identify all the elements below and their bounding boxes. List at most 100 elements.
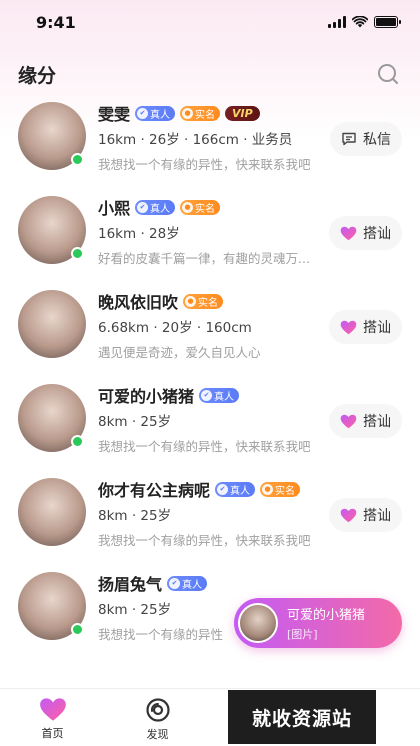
tab-home-label: 首页 [41,727,64,740]
status-time: 9:41 [36,12,76,32]
check-icon: ✔ [169,577,181,589]
user-meta: 6.68km · 20岁 · 160cm [98,320,252,336]
name-line: 小熙 ✔ 真人 ● 实名 [98,196,328,218]
search-icon [378,64,398,84]
wifi-icon [352,16,368,28]
message-button-label: 私信 [363,132,391,148]
greet-button[interactable]: 搭讪 [329,216,402,250]
user-info: 小熙 ✔ 真人 ● 实名 16km · 28岁 好看的皮囊千篇一律，有趣的灵魂万..… [98,196,328,267]
avatar[interactable] [18,196,86,264]
greet-button[interactable]: 搭讪 [329,404,402,438]
user-name: 你才有公主病呢 [98,481,211,500]
list-item[interactable]: 晚风依旧吹 ● 实名 6.68km · 20岁 · 160cm 遇见便是奇迹，爱久… [0,286,420,380]
vip-badge: VIP [225,105,260,121]
real-name-badge: ● 实名 [180,105,221,121]
page-header: 缘分 [0,54,420,94]
user-bio: 遇见便是奇迹，爱久自见人心 [98,345,261,360]
user-meta: 8km · 25岁 [98,414,172,430]
user-bio: 好看的皮囊千篇一律，有趣的灵魂万... [98,251,310,266]
heart-icon [340,414,357,428]
real-person-badge: ✔ 真人 [135,199,176,215]
user-bio: 我想找一个有缘的异性，快来联系我吧 [98,157,311,172]
real-person-badge: ✔ 真人 [215,481,256,497]
tab-discover[interactable]: 发现 [105,689,210,746]
avatar[interactable] [18,384,86,452]
real-person-badge: ✔ 真人 [199,387,240,403]
person-icon: ● [185,295,197,307]
check-icon: ✔ [217,483,229,495]
battery-icon [374,16,401,28]
compass-icon [145,698,170,722]
avatar[interactable] [18,102,86,170]
search-button[interactable] [374,60,402,88]
real-name-badge: ● 实名 [260,481,301,497]
avatar[interactable] [18,478,86,546]
user-list: 雯雯 ✔ 真人 ● 实名 VIP 16km · 26岁 · 166cm · 业务员 … [0,98,420,662]
name-line: 雯雯 ✔ 真人 ● 实名 VIP [98,102,328,124]
user-info: 雯雯 ✔ 真人 ● 实名 VIP 16km · 26岁 · 166cm · 业务员 … [98,102,328,173]
signal-icon [328,16,346,28]
heart-icon [340,508,357,522]
status-bar: 9:41 [0,0,420,44]
online-status-dot [71,435,84,448]
real-name-badge: ● 实名 [183,293,224,309]
check-icon: ✔ [137,107,149,119]
user-name: 可爱的小猪猪 [98,387,195,406]
avatar[interactable] [18,572,86,640]
real-person-badge: ✔ 真人 [167,575,208,591]
new-message-toast[interactable]: 可爱的小猪猪 [图片] [234,598,402,648]
user-name: 小熙 [98,199,131,218]
page-title: 缘分 [18,64,57,87]
user-info: 可爱的小猪猪 ✔ 真人 8km · 25岁 我想找一个有缘的异性，快来联系我吧 [98,384,328,455]
status-icons [328,16,401,28]
tab-home[interactable]: 首页 [0,689,105,746]
avatar[interactable] [18,290,86,358]
greet-button[interactable]: 搭讪 [329,498,402,532]
user-meta: 8km · 25岁 [98,508,172,524]
person-icon: ● [182,201,194,213]
tab-discover-label: 发现 [146,728,169,741]
online-status-dot [71,247,84,260]
list-item[interactable]: 你才有公主病呢 ✔ 真人 ● 实名 8km · 25岁 我想找一个有缘的异性，快来联… [0,474,420,568]
user-name: 晚风依旧吹 [98,293,179,312]
real-person-badge: ✔ 真人 [135,105,176,121]
toast-sender-name: 可爱的小猪猪 [287,608,366,623]
user-bio: 我想找一个有缘的异性，快来联系我吧 [98,439,311,454]
list-item[interactable]: 小熙 ✔ 真人 ● 实名 16km · 28岁 好看的皮囊千篇一律，有趣的灵魂万..… [0,192,420,286]
greet-button-label: 搭讪 [363,508,391,524]
chat-icon [342,132,356,146]
person-icon: ● [262,483,274,495]
user-name: 雯雯 [98,105,131,124]
name-line: 你才有公主病呢 ✔ 真人 ● 实名 [98,478,328,500]
list-item[interactable]: 可爱的小猪猪 ✔ 真人 8km · 25岁 我想找一个有缘的异性，快来联系我吧 搭… [0,380,420,474]
heart-icon [340,320,357,334]
greet-button-label: 搭讪 [363,320,391,336]
avatar-image [18,290,86,358]
check-icon: ✔ [201,389,213,401]
online-status-dot [71,623,84,636]
user-info: 晚风依旧吹 ● 实名 6.68km · 20岁 · 160cm 遇见便是奇迹，爱久… [98,290,328,361]
user-meta: 16km · 26岁 · 166cm · 业务员 [98,132,293,148]
user-info: 你才有公主病呢 ✔ 真人 ● 实名 8km · 25岁 我想找一个有缘的异性，快来联… [98,478,328,549]
name-line: 扬眉兔气 ✔ 真人 [98,572,328,594]
greet-button[interactable]: 搭讪 [329,310,402,344]
user-name: 扬眉兔气 [98,575,163,594]
person-icon: ● [182,107,194,119]
greet-button-label: 搭讪 [363,414,391,430]
user-meta: 16km · 28岁 [98,226,180,242]
check-icon: ✔ [137,201,149,213]
toast-avatar [238,603,278,643]
user-bio: 我想找一个有缘的异性，快来联系我吧 [98,533,311,548]
heart-icon [340,226,357,240]
toast-message-preview: [图片] [287,628,318,641]
avatar-image [18,478,86,546]
greet-button-label: 搭讪 [363,226,391,242]
online-status-dot [71,153,84,166]
message-button[interactable]: 私信 [330,122,402,156]
toast-text: 可爱的小猪猪 [图片] [287,604,365,642]
watermark-overlay: 就收资源站 [228,690,376,744]
real-name-badge: ● 实名 [180,199,221,215]
name-line: 晚风依旧吹 ● 实名 [98,290,328,312]
list-item[interactable]: 雯雯 ✔ 真人 ● 实名 VIP 16km · 26岁 · 166cm · 业务员 … [0,98,420,192]
name-line: 可爱的小猪猪 ✔ 真人 [98,384,328,406]
